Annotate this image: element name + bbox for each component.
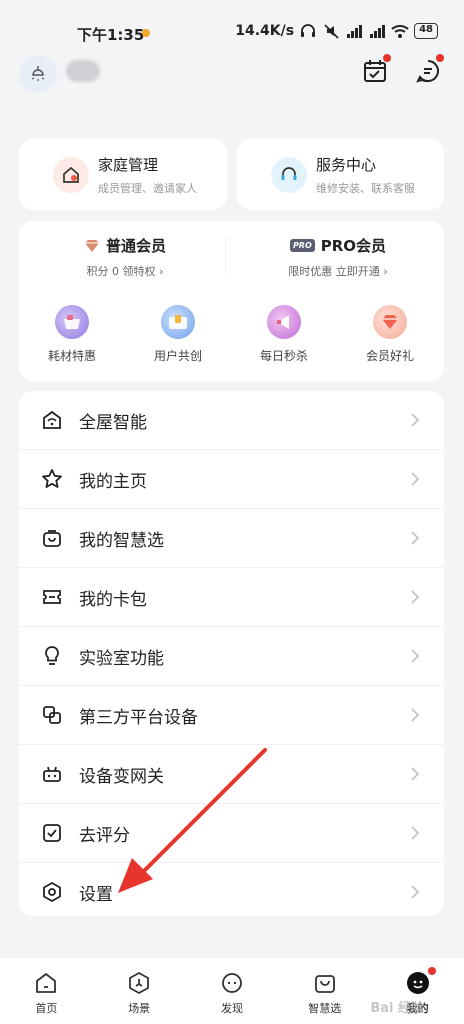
tab-home[interactable]: 首页 bbox=[0, 958, 93, 1024]
scene-icon bbox=[126, 970, 152, 996]
profile-icon bbox=[405, 967, 436, 996]
discover-icon bbox=[219, 970, 245, 996]
tab-label: 发现 bbox=[220, 1002, 243, 1015]
annotation-arrow bbox=[118, 748, 267, 893]
bottom-tab-bar: 首页 场景 发现 智慧选 我的 Bai 经验 bbox=[0, 957, 464, 1024]
watermark: Bai 经验 bbox=[370, 1001, 424, 1016]
tab-label: 首页 bbox=[35, 1002, 58, 1015]
tab-scenes[interactable]: 场景 bbox=[93, 958, 186, 1024]
tab-discover[interactable]: 发现 bbox=[186, 958, 279, 1024]
home-icon bbox=[33, 970, 59, 996]
badge-dot bbox=[427, 967, 436, 975]
tab-smart-picks[interactable]: 智慧选 bbox=[278, 958, 371, 1024]
tab-label: 场景 bbox=[128, 1002, 151, 1015]
bag-icon bbox=[312, 970, 338, 996]
tab-label: 智慧选 bbox=[308, 1002, 342, 1015]
